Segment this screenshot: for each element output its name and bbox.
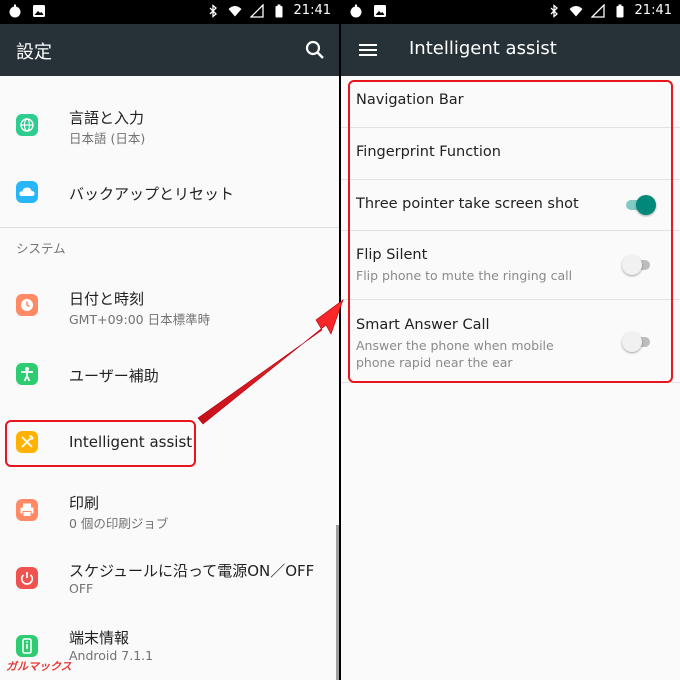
wifi-icon: [228, 5, 242, 16]
cloud-icon: [16, 181, 38, 203]
page-title: 設定: [16, 42, 52, 63]
page-title: Intelligent assist: [409, 38, 557, 59]
item-subtitle: GMT+09:00 日本標準時: [69, 312, 211, 327]
search-icon[interactable]: [303, 38, 327, 62]
highlight-box-options: [348, 80, 673, 383]
item-title: スケジュールに沿って電源ON／OFF: [69, 562, 315, 580]
item-title: バックアップとリセット: [69, 185, 235, 203]
settings-item-schedule-power[interactable]: スケジュールに沿って電源ON／OFF OFF: [0, 554, 339, 606]
printer-icon: [16, 499, 38, 521]
settings-item-print[interactable]: 印刷 0 個の印刷ジョブ: [0, 486, 339, 538]
settings-item-accessibility[interactable]: ユーザー補助: [0, 350, 339, 400]
item-title: ユーザー補助: [69, 367, 159, 385]
status-bar: 21:41: [341, 0, 680, 24]
signal-icon: [590, 3, 605, 18]
watermark-logo: ガルマックス: [6, 660, 72, 673]
settings-item-backup[interactable]: バックアップとリセット: [0, 168, 339, 218]
item-title: 言語と入力: [69, 109, 145, 127]
status-time: 21:41: [634, 3, 672, 18]
item-subtitle: OFF: [69, 581, 94, 596]
wifi-icon: [569, 5, 583, 16]
status-time: 21:41: [293, 3, 331, 18]
globe-icon: [16, 114, 38, 136]
battery-icon: [275, 4, 283, 17]
menu-icon[interactable]: [357, 39, 379, 61]
battery-icon: [616, 4, 624, 17]
clock-icon: [16, 294, 38, 316]
image-icon: [33, 5, 45, 17]
notification-icon: [350, 4, 362, 18]
item-subtitle: 0 個の印刷ジョブ: [69, 516, 169, 531]
settings-screen: 21:41 設定 言語と入力 日本語 (日本) バックアップとリセット システム…: [0, 0, 339, 680]
app-bar: 設定: [0, 24, 339, 76]
bluetooth-icon: [550, 3, 558, 18]
item-subtitle: 日本語 (日本): [69, 131, 146, 146]
settings-item-language[interactable]: 言語と入力 日本語 (日本): [0, 100, 339, 152]
item-title: 印刷: [69, 494, 100, 512]
item-title: 日付と時刻: [69, 290, 145, 308]
app-bar: Intelligent assist: [341, 24, 680, 76]
item-title: 端末情報: [69, 629, 130, 647]
bluetooth-icon: [209, 3, 217, 18]
highlight-box-intelligent-assist: [5, 420, 196, 467]
status-bar: 21:41: [0, 0, 339, 24]
power-icon: [16, 567, 38, 589]
notification-icon: [9, 4, 21, 18]
phone-info-icon: [16, 635, 38, 657]
signal-icon: [249, 3, 264, 18]
scrollbar[interactable]: [336, 525, 339, 680]
item-subtitle: Android 7.1.1: [69, 648, 154, 663]
accessibility-icon: [16, 363, 38, 385]
divider: [0, 227, 339, 228]
image-icon: [374, 5, 386, 17]
settings-item-datetime[interactable]: 日付と時刻 GMT+09:00 日本標準時: [0, 282, 339, 334]
section-header-system: システム: [16, 241, 66, 256]
